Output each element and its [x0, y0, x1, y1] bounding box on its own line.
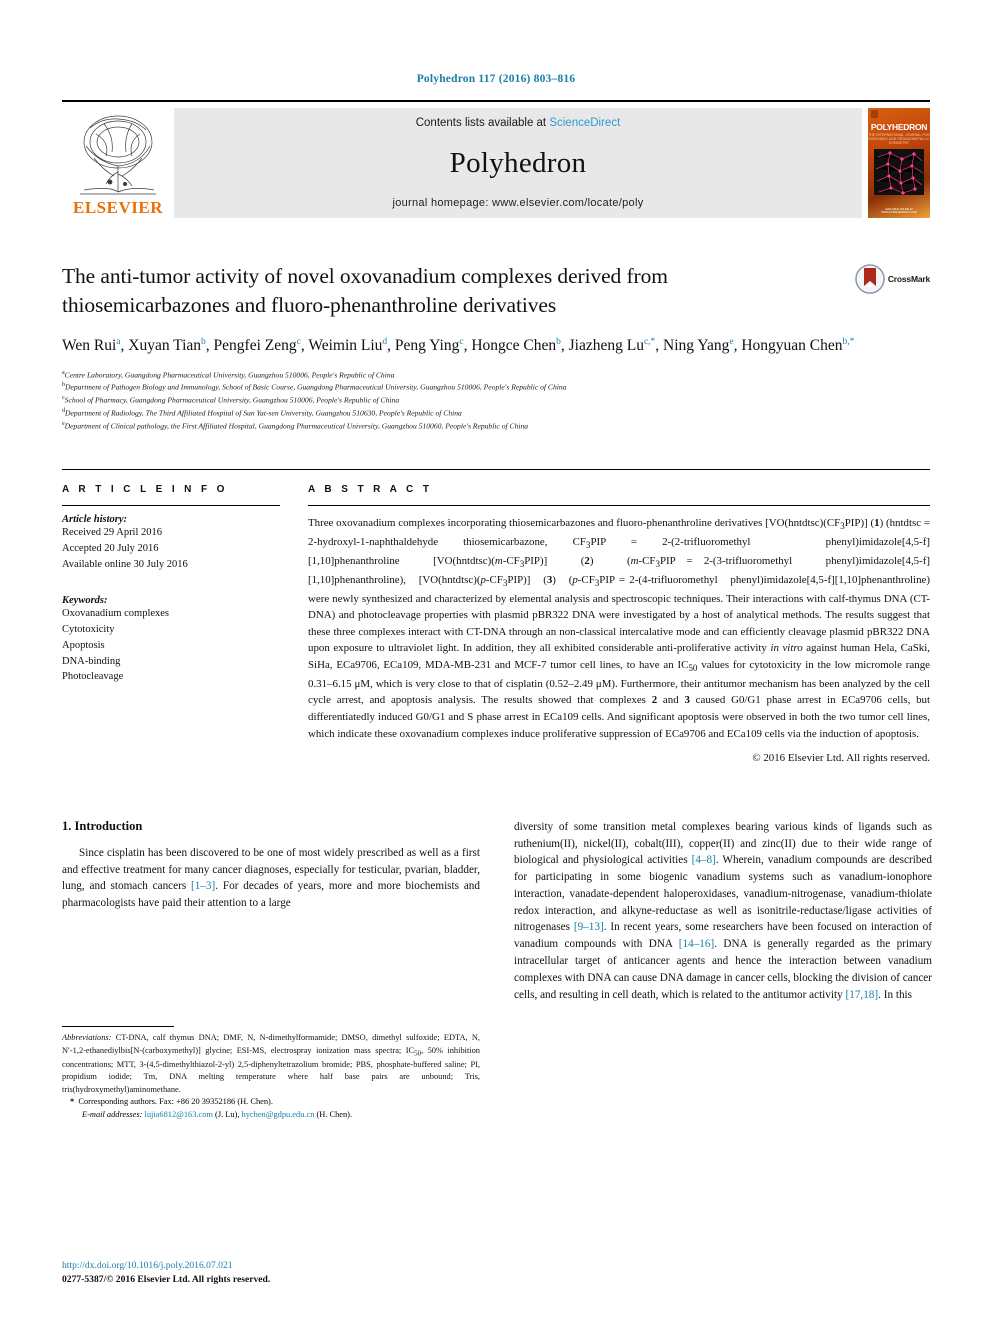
abstract-column: A B S T R A C T Three oxovanadium comple… [308, 484, 930, 767]
footnote-divider [62, 1026, 174, 1028]
section-heading-introduction: 1. Introduction [62, 818, 143, 833]
keyword-item: Photocleavage [62, 671, 124, 683]
running-head: Polyhedron 117 (2016) 803–816 [416, 73, 576, 85]
intro-paragraph-left: Since cisplatin has been discovered to b… [62, 845, 480, 912]
masthead-center: Contents lists available at ScienceDirec… [174, 108, 862, 218]
affiliation-item: aCentre Laboratory, Guangdong Pharmaceut… [62, 369, 930, 382]
affiliation-item: cSchool of Pharmacy, Guangdong Pharmaceu… [62, 394, 930, 407]
divider [62, 504, 280, 506]
abstract-heading: A B S T R A C T [308, 483, 433, 495]
affiliation-text: Department of Pathogen Biology and Immun… [65, 383, 567, 393]
doi-link[interactable]: http://dx.doi.org/10.1016/j.poly.2016.07… [62, 1259, 270, 1273]
affiliation-text: Department of Radiology, The Third Affil… [65, 408, 462, 418]
keyword-item: Apoptosis [62, 639, 105, 651]
sciencedirect-link[interactable]: ScienceDirect [549, 117, 620, 129]
affiliation-text: School of Pharmacy, Guangdong Pharmaceut… [64, 395, 400, 405]
crossmark-label: CrossMark [887, 274, 930, 284]
contents-lists-line: Contents lists available at ScienceDirec… [416, 117, 621, 129]
abstract-text: Three oxovanadium complexes incorporatin… [308, 516, 931, 740]
crossmark-badge[interactable]: CrossMark [855, 264, 930, 294]
crossmark-icon [855, 264, 885, 294]
paragraph-text: diversity of some transition metal compl… [514, 820, 933, 1001]
body-column-right: diversity of some transition metal compl… [514, 819, 932, 1004]
info-abstract-row: A R T I C L E I N F O Article history: R… [62, 468, 930, 767]
corresponding-author-note: * Corresponding authors. Fax: +86 20 393… [70, 1097, 273, 1107]
title-block: The anti-tumor activity of novel oxovana… [62, 262, 930, 433]
article-info-heading: A R T I C L E I N F O [62, 483, 228, 495]
paragraph-text: Since cisplatin has been discovered to b… [62, 846, 480, 910]
abbreviations-note: Abbreviations: CT-DNA, calf thymus DNA; … [62, 1032, 480, 1096]
elsevier-tree-icon [80, 115, 156, 195]
contents-prefix: Contents lists available at [415, 117, 550, 129]
affiliation-text: Department of Clinical pathology, the Fi… [64, 421, 529, 431]
affiliation-list: aCentre Laboratory, Guangdong Pharmaceut… [62, 369, 930, 433]
keyword-item: Oxovanadium complexes [62, 607, 170, 619]
abbreviations-text: Abbreviations: CT-DNA, calf thymus DNA; … [62, 1033, 480, 1094]
keywords-label: Keywords: [62, 594, 108, 606]
journal-homepage[interactable]: journal homepage: www.elsevier.com/locat… [392, 197, 643, 209]
abstract-body: Three oxovanadium complexes incorporatin… [308, 515, 930, 767]
doi-block: http://dx.doi.org/10.1016/j.poly.2016.07… [62, 1259, 270, 1287]
body-columns: 1. Introduction Since cisplatin has been… [62, 818, 932, 1119]
journal-title: Polyhedron [449, 146, 587, 179]
issn-copyright: 0277-5387/© 2016 Elsevier Ltd. All right… [62, 1274, 271, 1286]
keyword-item: Cytotoxicity [62, 623, 115, 635]
elsevier-wordmark: ELSEVIER [73, 198, 163, 217]
affiliation-text: Centre Laboratory, Guangdong Pharmaceuti… [64, 370, 395, 380]
journal-masthead: ELSEVIER Contents lists available at Sci… [62, 100, 930, 218]
email-note: E-mail addresses: lujia6812@163.com (J. … [62, 1109, 480, 1122]
page-title: The anti-tumor activity of novel oxovana… [62, 264, 668, 317]
history-item: Received 29 April 2016 [62, 526, 163, 538]
affiliation-item: dDepartment of Radiology, The Third Affi… [62, 407, 930, 420]
elsevier-logo: ELSEVIER [62, 108, 174, 218]
cover-footer: AVAILABLE ONLINE AT WWW.SCIENCEDIRECT.CO… [881, 208, 917, 214]
keyword-item: DNA-binding [62, 655, 121, 667]
article-first-page: Polyhedron 117 (2016) 803–816 ELSEVIER C… [0, 0, 992, 1323]
history-item: Accepted 20 July 2016 [62, 542, 159, 554]
cover-artwork [874, 149, 924, 195]
author-list: Wen Ruia, Xuyan Tianb, Pengfei Zengc, We… [62, 337, 855, 355]
article-history-label: Article history: [62, 513, 128, 525]
article-info-column: A R T I C L E I N F O Article history: R… [62, 484, 280, 767]
journal-cover-thumbnail[interactable]: POLYHEDRON THE INTERNATIONAL JOURNAL FOR… [868, 108, 930, 218]
divider [308, 504, 930, 506]
affiliation-item: eDepartment of Clinical pathology, the F… [62, 420, 930, 433]
affiliation-item: bDepartment of Pathogen Biology and Immu… [62, 381, 930, 394]
abstract-copyright: © 2016 Elsevier Ltd. All rights reserved… [752, 752, 930, 765]
intro-paragraph-right: diversity of some transition metal compl… [514, 819, 932, 1004]
footnote-block: Abbreviations: CT-DNA, calf thymus DNA; … [62, 1026, 480, 1121]
history-item: Available online 30 July 2016 [62, 558, 188, 570]
email-addresses[interactable]: lujia6812@163.com (J. Lu), hychen@gdpu.e… [145, 1110, 353, 1119]
body-column-left: 1. Introduction Since cisplatin has been… [62, 818, 480, 1119]
cover-emblem-icon [871, 110, 878, 118]
email-label: E-mail addresses: [82, 1109, 143, 1119]
cover-title: POLYHEDRON [870, 122, 928, 132]
cover-subtitle: THE INTERNATIONAL JOURNAL FOR INORGANIC … [868, 133, 930, 145]
